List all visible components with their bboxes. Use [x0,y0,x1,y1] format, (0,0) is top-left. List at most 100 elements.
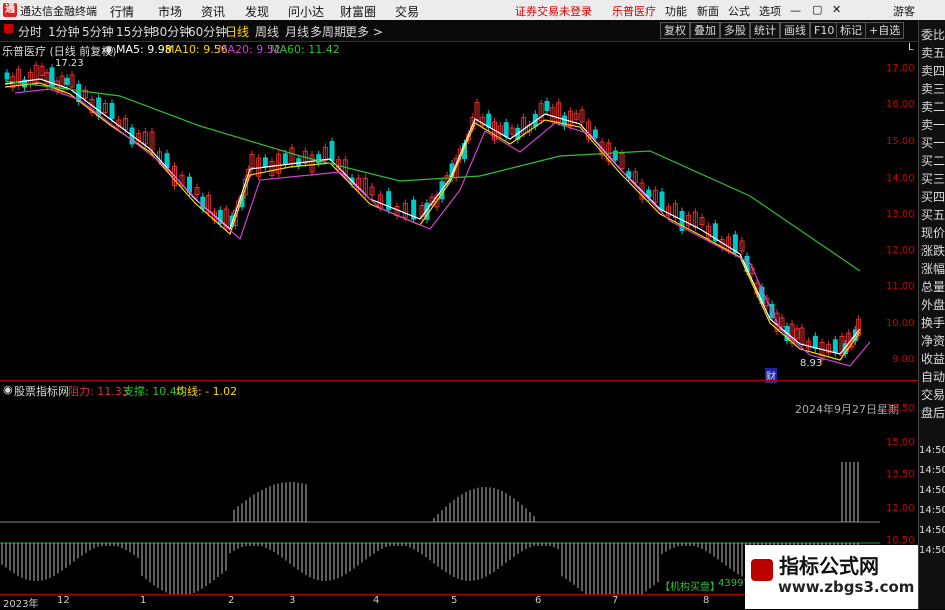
menu-jiaoyi[interactable]: 交易 [395,3,419,20]
ma5-label: MA5: 9.98 [116,43,172,56]
low-price-label: 8.93 [800,358,823,369]
sidebar-item[interactable]: 自动 [921,368,945,385]
period-more[interactable]: 更多 > [345,23,383,40]
sidebar-item[interactable]: 买二 [921,152,945,169]
period-5min[interactable]: 5分钟 [82,23,114,40]
candle-body [503,122,509,138]
sidebar-item[interactable]: 委比 [921,26,945,43]
candle-body [282,153,288,165]
inst-buy-label: 【机构买盘】 [660,582,720,593]
watermark-logo-icon [751,559,773,581]
period-30min[interactable]: 30分钟 [152,23,191,40]
tool-huaxian[interactable]: 画线 [780,22,810,39]
pane-divider[interactable] [0,380,918,381]
sidebar-item[interactable]: 卖四 [921,62,945,79]
candle-body [486,113,492,128]
sidebar-item[interactable]: 卖五 [921,44,945,61]
candle-body [109,103,115,119]
candle-body [832,339,838,354]
sidebar-item[interactable]: 卖三 [921,80,945,97]
period-1min[interactable]: 1分钟 [48,23,80,40]
sub-axis-tick: 12.00 [886,503,915,514]
menu-zixun[interactable]: 资讯 [201,3,225,20]
sidebar-item[interactable]: 总量 [921,278,945,295]
sidebar-item[interactable]: 买五 [921,206,945,223]
time-tick: 14:50 [919,545,945,556]
sidebar-item[interactable]: 卖二 [921,98,945,115]
sidebar-item[interactable]: 卖一 [921,116,945,133]
sub-axis-tick: 15.00 [886,437,915,448]
x-tick: 2023年 [3,599,39,610]
price-axis-tick: 11.00 [886,281,915,292]
sidebar-item[interactable]: 换手 [921,314,945,331]
sidebar-item[interactable]: 交易 [921,386,945,403]
sidebar-item[interactable]: 买三 [921,170,945,187]
minimize-icon[interactable]: — [790,4,801,17]
tool-f10[interactable]: F10 [810,22,839,39]
sidebar-item[interactable]: 净资 [921,332,945,349]
time-tick: 14:50 [919,505,945,516]
period-fenshi[interactable]: 分时 [18,23,42,40]
candle-body [329,141,335,161]
sidebar-item[interactable]: 盘后 [921,404,945,421]
candle-body [544,101,550,111]
ma20-line [14,88,871,367]
candle-body [64,77,70,85]
sidebar-item[interactable]: 涨幅 [921,260,945,277]
period-15min[interactable]: 15分钟 [116,23,155,40]
tool-zixuan[interactable]: +自选 [865,22,905,39]
menu-faxian[interactable]: 发现 [245,3,269,20]
sidebar-item[interactable]: 买四 [921,188,945,205]
watermark-logo: 指标公式网 www.zbgs3.com [745,545,918,609]
ma60-label: MA60: 11.42 [270,43,340,56]
x-tick: 12 [57,595,70,606]
menu-shichang[interactable]: 市场 [158,3,182,20]
tool-diejia[interactable]: 叠加 [690,22,720,39]
menu-gongneng[interactable]: 功能 [665,3,687,19]
top-menu-bar: 通 通达信金融终端 行情 市场 资讯 发现 问小达 财富圈 交易 证券交易未登录… [0,0,945,20]
sidebar-item[interactable]: 买一 [921,134,945,151]
tool-duogu[interactable]: 多股 [720,22,750,39]
menu-xuanxiang[interactable]: 选项 [759,3,781,19]
sidebar-item[interactable]: 现价 [921,224,945,241]
sub-axis-tick: 13.50 [886,469,915,480]
sidebar-item[interactable]: 外盘 [921,296,945,313]
trade-login-notice[interactable]: 证券交易未登录 [515,3,592,19]
restore-icon[interactable]: ▢ [812,3,822,16]
candle-body [812,335,818,349]
menu-gongshi[interactable]: 公式 [728,3,750,19]
period-week[interactable]: 周线 [255,23,279,40]
sidebar-item[interactable]: 涨跌 [921,242,945,259]
tool-fuquan[interactable]: 复权 [660,22,690,39]
price-axis-tick: 16.00 [886,99,915,110]
close-icon[interactable]: ✕ [832,3,841,16]
candle-body [4,72,10,80]
panel-expand-icon[interactable]: L [908,42,914,53]
tool-tongji[interactable]: 统计 [750,22,780,39]
period-multi[interactable]: 多周期 [310,23,346,40]
period-month[interactable]: 月线 [285,23,309,40]
sidebar-item[interactable]: 收益 [921,350,945,367]
time-tick: 14:50 [919,485,945,496]
guest-label[interactable]: 游客 [893,3,915,19]
tool-biaoji[interactable]: 标记 [836,22,866,39]
x-tick: 8 [703,595,710,606]
candlestick-chart[interactable] [0,56,880,381]
period-toolbar: 分时 1分钟 5分钟 15分钟 30分钟 60分钟 日线 周线 月线 多周期 更… [0,20,918,42]
period-60min[interactable]: 60分钟 [188,23,227,40]
sub-axis-tick: 16.50 [886,403,915,414]
x-tick: 1 [140,595,147,606]
ma10-line [4,82,861,361]
menu-caifuquan[interactable]: 财富圈 [340,3,376,20]
app-title: 通达信金融终端 [20,5,97,18]
high-price-label: 17.23 [55,58,84,69]
time-tick: 14:50 [919,465,945,476]
menu-hangqing[interactable]: 行情 [110,3,134,20]
x-tick: 7 [612,595,619,606]
menu-xinmian[interactable]: 新面 [697,3,719,19]
price-axis-tick: 13.00 [886,209,915,220]
price-axis-tick: 14.00 [886,173,915,184]
menu-wenxiaoda[interactable]: 问小达 [288,3,324,20]
period-day[interactable]: 日线 [225,23,249,40]
ma-settings-icon[interactable]: ◉ [104,43,114,56]
